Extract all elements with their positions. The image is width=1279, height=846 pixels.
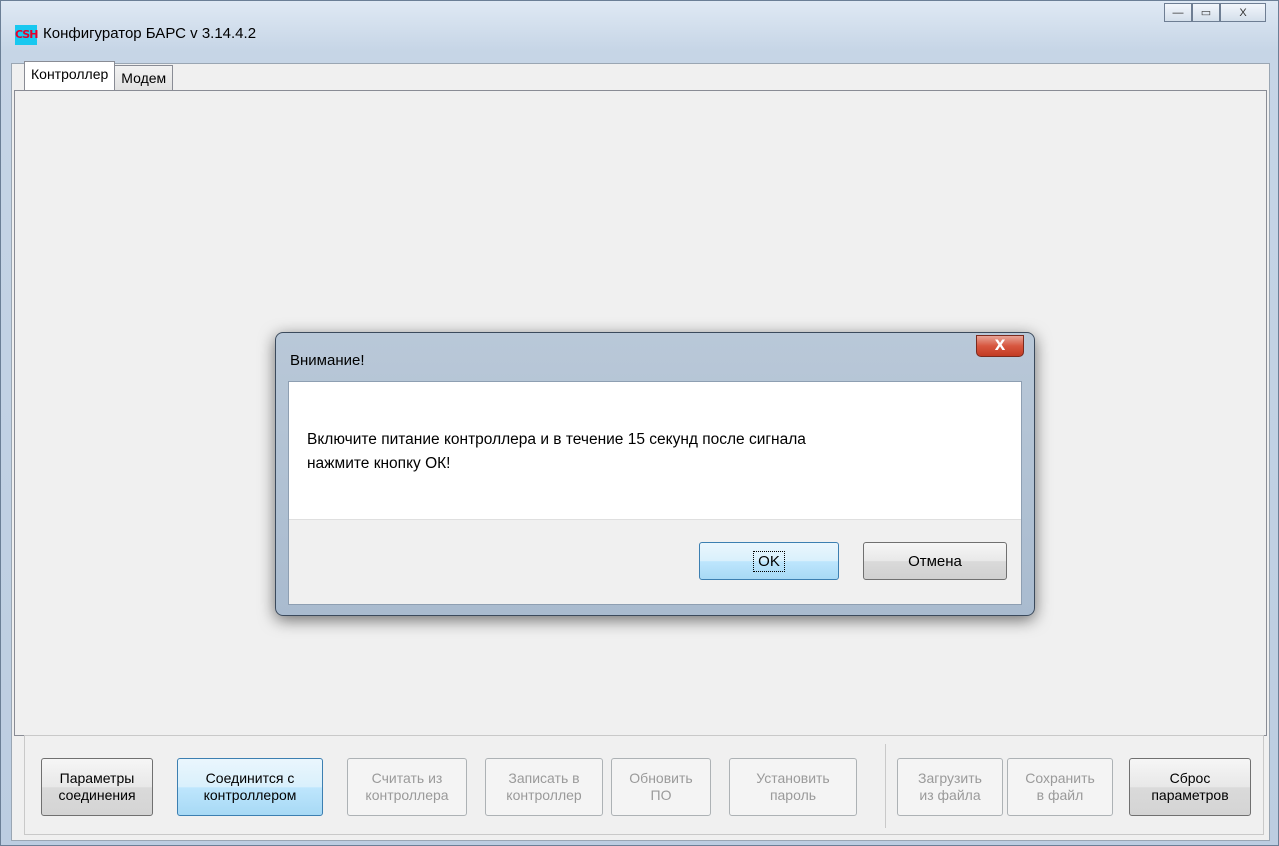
dialog-close-button[interactable]: X [976, 335, 1024, 357]
set-password-button[interactable]: Установить пароль [729, 758, 857, 816]
window-controls: — ▭ X [1164, 3, 1266, 23]
app-logo-icon: CSH [15, 25, 38, 45]
tab-modem[interactable]: Модем [114, 65, 174, 92]
connection-params-button[interactable]: Параметры соединения [41, 758, 153, 816]
tab-controller[interactable]: Контроллер [24, 61, 116, 90]
ok-button-label: OK [753, 550, 785, 572]
write-to-controller-button[interactable]: Записать в контроллер [485, 758, 603, 816]
ok-button[interactable]: OK [699, 542, 839, 580]
dialog-message: Включите питание контроллера и в течение… [307, 431, 806, 472]
dialog-body: Включите питание контроллера и в течение… [288, 381, 1022, 605]
dialog-title: Внимание! [290, 352, 365, 369]
load-from-file-button[interactable]: Загрузить из файла [897, 758, 1003, 816]
minimize-button[interactable]: — [1164, 3, 1192, 22]
save-to-file-button[interactable]: Сохранить в файл [1007, 758, 1113, 816]
title-bar[interactable]: CSH Конфигуратор БАРС v 3.14.4.2 — ▭ X [1, 1, 1278, 63]
window-title: Конфигуратор БАРС v 3.14.4.2 [43, 25, 257, 42]
tab-strip: Контроллер Модем [24, 61, 174, 92]
read-from-controller-button[interactable]: Считать из контроллера [347, 758, 467, 816]
update-firmware-button[interactable]: Обновить ПО [611, 758, 711, 816]
action-toolbar: Параметры соединения Соединится с контро… [24, 735, 1264, 835]
close-button[interactable]: X [1220, 3, 1266, 22]
cancel-button[interactable]: Отмена [863, 542, 1007, 580]
reset-params-button[interactable]: Сброс параметров [1129, 758, 1251, 816]
warning-dialog: Внимание! X Включите питание контроллера… [275, 332, 1035, 616]
connect-controller-button[interactable]: Соединится с контроллером [177, 758, 323, 816]
maximize-button[interactable]: ▭ [1192, 3, 1220, 22]
toolbar-separator [885, 744, 886, 828]
dialog-footer: OK Отмена [289, 519, 1021, 604]
